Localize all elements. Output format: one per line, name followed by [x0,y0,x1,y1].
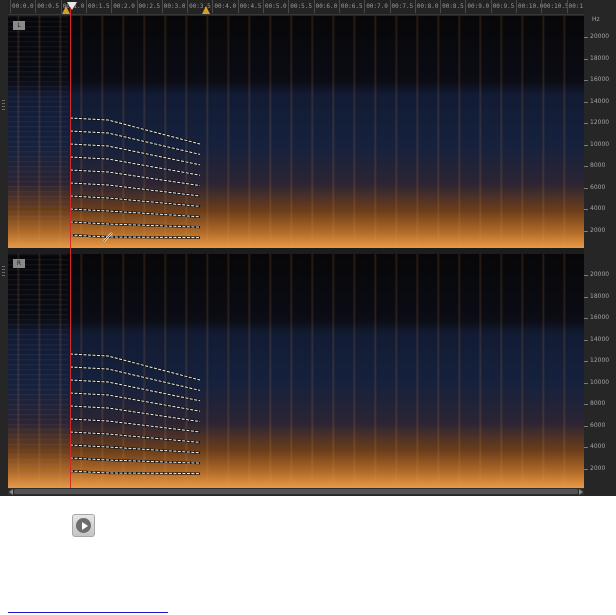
frequency-label: 18000 [583,54,610,62]
harmonic-lines-left [69,116,201,239]
frequency-label: 18000 [583,292,610,300]
frequency-label: 10000 [583,140,610,148]
frequency-label: 14000 [583,335,610,343]
frequency-label: 12000 [583,357,610,364]
harmonic-line-shadow [69,142,201,166]
harmonic-line-shadow [69,378,201,402]
frequency-label: 6000 [583,183,606,191]
frequency-label: 2000 [583,226,606,234]
play-triangle-icon [82,522,88,530]
frequency-label: 16000 [583,76,610,83]
harmonic-line-shadow [69,181,201,198]
frequency-label: 12000 [583,119,610,126]
scroll-left-icon[interactable] [9,489,13,495]
frequency-label: 6000 [583,421,606,429]
frequency-label: 20000 [583,33,610,40]
frequency-label: 16000 [583,314,610,321]
harmonic-line [69,208,201,218]
frequency-label: 14000 [583,97,610,105]
harmonic-selection-overlay[interactable] [0,0,616,496]
play-circle-icon [76,518,91,533]
frequency-label: 10000 [583,378,610,386]
frequency-label: 4000 [583,205,606,212]
harmonic-line [69,444,201,454]
spectral-editor: 00:0.0 00:0.5 00:1.0 00:1.5 00:2.0 00:2.5 00:3… [0,0,616,496]
scrollbar-thumb[interactable] [14,489,578,494]
scroll-right-icon[interactable] [579,489,583,495]
harmonic-lines-right [69,352,201,475]
horizontal-scrollbar[interactable] [8,488,584,495]
harmonic-line [69,457,201,464]
playhead-line[interactable] [70,8,71,488]
frequency-label: 8000 [583,400,606,407]
frequency-unit: Hz [592,16,600,23]
frequency-label: 20000 [583,271,610,278]
harmonic-line [69,221,201,228]
link-underline[interactable] [8,612,168,613]
frequency-label: 4000 [583,443,606,450]
frequency-axis-left: Hz 20000 18000 16000 14000 12000 10000 8000 600… [583,16,616,248]
harmonic-line-shadow [69,417,201,434]
frequency-axis-right: 20000 18000 16000 14000 12000 10000 8000 6000 40… [583,254,616,488]
frequency-label: 8000 [583,162,606,169]
play-button[interactable] [72,514,95,537]
frequency-label: 2000 [583,464,606,472]
